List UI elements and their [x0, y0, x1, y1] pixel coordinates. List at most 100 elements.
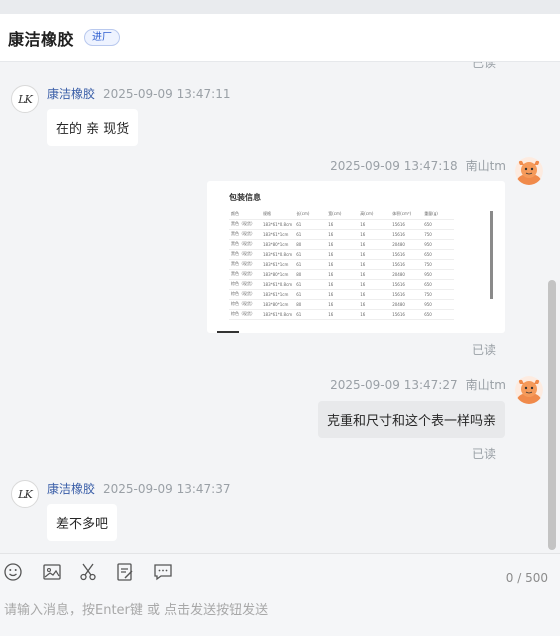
message-list[interactable]: 已读 LK 康洁橡胶 2025-09-09 13:47:11 在的 亲 现货 20… [0, 62, 560, 552]
table-cell: 黑色（现货） [229, 229, 261, 240]
table-cell: 61 [294, 309, 327, 320]
char-counter: 0 / 500 [505, 571, 548, 585]
table-cell: 80 [294, 239, 327, 250]
table-cell: 183*61*1cm [261, 229, 295, 240]
table-cell: 20480 [390, 269, 423, 280]
table-cell: 16 [326, 219, 359, 230]
avatar[interactable] [515, 376, 543, 404]
table-cell: 750 [422, 229, 455, 240]
table-row: 棕色（现货） 183*80*1cm 80 16 16 20480 950 [229, 299, 455, 310]
table-cell: 16 [326, 239, 359, 250]
message-meta: 2025-09-09 13:47:27 南山tm [330, 376, 506, 393]
table-header-cell: 重量(g) [422, 209, 455, 220]
message-input-area[interactable] [0, 589, 560, 636]
table-cell: 20480 [390, 299, 423, 310]
table-cell: 61 [294, 219, 327, 230]
table-row: 黑色（现货） 183*80*1cm 80 16 16 20480 950 [229, 239, 455, 250]
table-cell: 61 [294, 279, 327, 290]
sender-name: 南山tm [465, 378, 506, 392]
table-cell: 650 [422, 249, 455, 260]
table-row: 棕色（现货） 183*61*1cm 61 16 16 15616 750 [229, 289, 455, 300]
table-cell: 16 [326, 229, 359, 240]
sender-name: 南山tm [465, 159, 506, 173]
table-cell: 183*61*0.8cm [261, 249, 295, 260]
table-cell: 80 [294, 299, 327, 310]
message-time: 2025-09-09 13:47:11 [103, 87, 231, 101]
table-cell: 16 [358, 239, 391, 250]
image-caption: 包装信息 [229, 193, 261, 202]
form-icon[interactable] [114, 562, 136, 582]
table-cell: 950 [422, 239, 455, 250]
table-cell: 16 [326, 299, 359, 310]
emoji-icon[interactable] [2, 562, 24, 582]
table-cell: 16 [358, 229, 391, 240]
table-header-cell: 体积(cm³) [390, 209, 423, 220]
table-cell: 15616 [390, 249, 423, 260]
table-cell: 16 [326, 289, 359, 300]
chat-bubble-icon[interactable] [152, 562, 174, 582]
message-time: 2025-09-09 13:47:37 [103, 482, 231, 496]
table-cell: 950 [422, 269, 455, 280]
sender-name: 康洁橡胶 [47, 482, 96, 496]
avatar-initials: LK [18, 92, 32, 106]
table-cell: 183*80*1cm [261, 299, 295, 310]
table-cell: 16 [358, 309, 391, 320]
avatar[interactable]: LK [11, 85, 39, 113]
table-cell: 16 [326, 259, 359, 270]
image-message[interactable]: 包装信息 颜色 规格 长(cm) 宽(cm) 高(cm) 体积(cm³) 重量(… [207, 181, 505, 333]
table-cell: 16 [326, 279, 359, 290]
cartoon-avatar-icon [515, 157, 543, 185]
avatar-initials: LK [18, 487, 32, 501]
table-cell: 黑色（现货） [229, 219, 261, 230]
table-cell: 183*61*1cm [261, 259, 295, 270]
table-cell: 16 [358, 289, 391, 300]
message-input[interactable] [0, 589, 560, 636]
message-meta: 康洁橡胶 2025-09-09 13:47:11 [47, 85, 230, 102]
table-cell: 61 [294, 229, 327, 240]
table-cell: 16 [358, 269, 391, 280]
table-cell: 15616 [390, 219, 423, 230]
table-cell: 16 [326, 249, 359, 260]
chat-header: 康洁橡胶 进厂 [0, 14, 560, 62]
chat-scrollbar[interactable] [548, 280, 556, 550]
message-time: 2025-09-09 13:47:18 [330, 159, 458, 173]
table-cell: 黑色（现货） [229, 249, 261, 260]
table-header-cell: 高(cm) [358, 209, 391, 220]
table-cell: 16 [326, 309, 359, 320]
table-cell: 16 [358, 219, 391, 230]
message-meta: 康洁橡胶 2025-09-09 13:47:37 [47, 480, 230, 497]
table-row: 黑色（现货） 183*61*0.8cm 61 16 16 15616 650 [229, 219, 455, 230]
table-row: 黑色（现货） 183*80*1cm 80 16 16 20480 950 [229, 269, 455, 280]
read-status-earlier: 已读 [471, 62, 496, 70]
table-row: 棕色（现货） 183*61*0.8cm 61 16 16 15616 650 [229, 279, 455, 290]
table-cell: 183*80*1cm [261, 269, 295, 280]
table-cell: 15616 [390, 259, 423, 270]
table-cell: 183*61*1cm [261, 289, 295, 300]
message-bubble[interactable]: 在的 亲 现货 [47, 109, 139, 146]
table-cell: 16 [358, 279, 391, 290]
image-icon[interactable] [41, 562, 63, 582]
table-cell: 15616 [390, 229, 423, 240]
table-cell: 750 [422, 289, 455, 300]
image-scrollbar [490, 211, 493, 299]
message-bubble[interactable]: 克重和尺寸和这个表一样吗亲 [317, 401, 505, 438]
table-cell: 183*61*0.8cm [261, 219, 295, 230]
avatar[interactable] [515, 157, 543, 185]
table-header-row: 颜色 规格 长(cm) 宽(cm) 高(cm) 体积(cm³) 重量(g) [229, 209, 455, 220]
table-header-cell: 规格 [261, 209, 295, 220]
table-row: 棕色（现货） 183*61*0.8cm 61 16 16 15616 650 [229, 309, 455, 320]
table-cell: 16 [326, 269, 359, 280]
message-meta: 2025-09-09 13:47:18 南山tm [330, 157, 506, 174]
scissors-icon[interactable] [77, 562, 99, 582]
table-cell: 16 [358, 299, 391, 310]
avatar[interactable]: LK [11, 480, 39, 508]
message-bubble[interactable]: 差不多吧 [47, 504, 118, 541]
table-cell: 650 [422, 279, 455, 290]
table-cell: 黑色（现货） [229, 239, 261, 250]
table-cell: 15616 [390, 309, 423, 320]
table-header-cell: 长(cm) [294, 209, 327, 220]
status-badge: 进厂 [84, 29, 121, 46]
table-cell: 61 [294, 289, 327, 300]
table-cell: 183*61*0.8cm [261, 309, 295, 320]
table-row: 黑色（现货） 183*61*0.8cm 61 16 16 15616 650 [229, 249, 455, 260]
